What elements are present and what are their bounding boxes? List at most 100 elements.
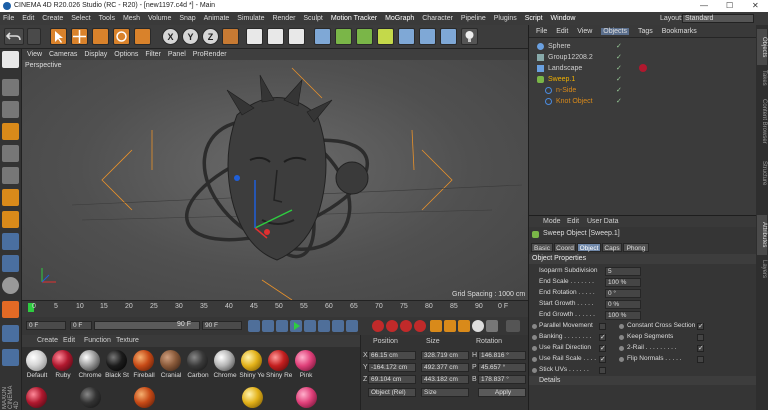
- menu-pipeline[interactable]: Pipeline: [461, 15, 486, 22]
- menu-render[interactable]: Render: [272, 15, 295, 22]
- menu-create[interactable]: Create: [42, 15, 63, 22]
- menu-simulate[interactable]: Simulate: [237, 15, 264, 22]
- material-menu-function[interactable]: Function: [84, 335, 111, 347]
- material-menu-edit[interactable]: Edit: [63, 335, 75, 347]
- material-swatch[interactable]: Default: [24, 350, 50, 379]
- render-settings-icon[interactable]: [288, 28, 305, 45]
- material-swatch[interactable]: Shiny Re: [266, 350, 292, 379]
- use-rail-scale-checkbox[interactable]: ✓: [599, 356, 606, 363]
- use-rail-direction-checkbox[interactable]: ✓: [599, 345, 606, 352]
- position-y-field[interactable]: -164.172 cm: [368, 363, 416, 372]
- recent-tool-icon[interactable]: [134, 28, 151, 45]
- object-row-landscape[interactable]: Landscape ✓: [529, 63, 757, 74]
- grid-icon[interactable]: [2, 349, 19, 366]
- material-swatch[interactable]: Cranial: [158, 350, 184, 379]
- menu-select[interactable]: Select: [71, 15, 90, 22]
- move-tool-icon[interactable]: [71, 28, 88, 45]
- viewport-menu-prorender[interactable]: ProRender: [193, 51, 227, 58]
- uv-mode-icon[interactable]: [2, 211, 19, 228]
- end-rotation-field[interactable]: 0 °: [605, 289, 641, 298]
- workplane-lock-icon[interactable]: [2, 325, 19, 342]
- rotation-b-field[interactable]: 178.837 °: [478, 375, 526, 384]
- position-x-field[interactable]: 66.15 cm: [368, 351, 416, 360]
- tab-caps[interactable]: Caps: [602, 243, 622, 252]
- objmgr-menu-tags[interactable]: Tags: [638, 28, 653, 35]
- viewport-menu-panel[interactable]: Panel: [168, 51, 186, 58]
- keyframe-selection-icon[interactable]: [400, 320, 412, 332]
- make-editable-icon[interactable]: [2, 51, 19, 68]
- material-ball[interactable]: [80, 387, 101, 408]
- material-swatch[interactable]: Black St: [104, 350, 130, 379]
- rotate-key-icon[interactable]: [458, 320, 470, 332]
- object-row-group[interactable]: Group12208.2 ✓: [529, 52, 757, 63]
- size-mode-select[interactable]: Size: [421, 388, 469, 397]
- deformer-icon[interactable]: [398, 28, 415, 45]
- menu-mograph[interactable]: MoGraph: [385, 15, 414, 22]
- menu-file[interactable]: File: [3, 15, 14, 22]
- floor-icon[interactable]: [419, 28, 436, 45]
- objmgr-menu-edit[interactable]: Edit: [556, 28, 568, 35]
- position-z-field[interactable]: 69.104 cm: [368, 375, 416, 384]
- menu-motion-tracker[interactable]: Motion Tracker: [331, 15, 377, 22]
- autokey-icon[interactable]: [386, 320, 398, 332]
- object-row-knot[interactable]: Knot Object ✓: [529, 96, 757, 107]
- object-row-sphere[interactable]: Sphere ✓: [529, 41, 757, 52]
- objmgr-menu-objects[interactable]: Objects: [601, 28, 629, 35]
- visibility-check-icon[interactable]: ✓: [616, 52, 622, 63]
- prev-key-icon[interactable]: [262, 320, 274, 332]
- move-key-icon[interactable]: [430, 320, 442, 332]
- z-axis-button[interactable]: Z: [202, 28, 219, 45]
- viewport-menu-options[interactable]: Options: [114, 51, 138, 58]
- parallel-movement-checkbox[interactable]: [599, 323, 606, 330]
- start-frame-field[interactable]: 0 F: [70, 321, 92, 330]
- viewport-menu-filter[interactable]: Filter: [145, 51, 161, 58]
- viewport-menu-cameras[interactable]: Cameras: [49, 51, 77, 58]
- material-menu-texture[interactable]: Texture: [116, 335, 139, 347]
- tab-object[interactable]: Object: [577, 243, 601, 252]
- side-tab-structure[interactable]: Structure: [757, 153, 767, 193]
- menu-volume[interactable]: Volume: [148, 15, 171, 22]
- size-y-field[interactable]: 492.377 cm: [421, 363, 469, 372]
- subdivision-surface-icon[interactable]: [356, 28, 373, 45]
- menu-sculpt[interactable]: Sculpt: [303, 15, 322, 22]
- cloner-icon[interactable]: [377, 28, 394, 45]
- undo-icon[interactable]: [4, 28, 24, 45]
- render-to-picture-viewer-icon[interactable]: [267, 28, 284, 45]
- material-tag-icon[interactable]: [639, 64, 647, 72]
- redo-icon[interactable]: [27, 28, 41, 45]
- record-icon[interactable]: [372, 320, 384, 332]
- start-growth-field[interactable]: 0 %: [605, 300, 641, 309]
- size-z-field[interactable]: 443.182 cm: [421, 375, 469, 384]
- rotation-p-field[interactable]: 45.657 °: [478, 363, 526, 372]
- goto-start-icon[interactable]: [248, 320, 260, 332]
- objmgr-menu-bookmarks[interactable]: Bookmarks: [662, 28, 697, 35]
- layout-select[interactable]: Standard: [682, 14, 754, 23]
- y-axis-button[interactable]: Y: [182, 28, 199, 45]
- polygons-mode-icon[interactable]: [2, 189, 19, 206]
- side-tab-attributes[interactable]: Attributes: [757, 215, 767, 255]
- visibility-check-icon[interactable]: ✓: [616, 41, 622, 52]
- axis-mode-icon[interactable]: [2, 233, 19, 250]
- tab-phong[interactable]: Phong: [623, 243, 649, 252]
- size-x-field[interactable]: 328.719 cm: [421, 351, 469, 360]
- objmgr-menu-view[interactable]: View: [577, 28, 592, 35]
- workplane-mode-icon[interactable]: [2, 123, 19, 140]
- material-swatch[interactable]: Chrome: [77, 350, 103, 379]
- visibility-check-icon[interactable]: ✓: [616, 85, 622, 96]
- material-ball[interactable]: [26, 387, 47, 408]
- camera-icon[interactable]: [440, 28, 457, 45]
- light-icon[interactable]: [461, 28, 478, 45]
- material-menu-create[interactable]: Create: [37, 335, 58, 347]
- side-tab-content-browser[interactable]: Content Browser: [757, 91, 767, 151]
- magnet-icon[interactable]: [2, 301, 19, 318]
- timeline-menu-icon[interactable]: [506, 320, 520, 332]
- current-frame-field[interactable]: 0 F: [26, 321, 66, 330]
- banking-checkbox[interactable]: ✓: [599, 334, 606, 341]
- cube-primitive-icon[interactable]: [314, 28, 331, 45]
- edges-mode-icon[interactable]: [2, 167, 19, 184]
- object-row-sweep[interactable]: Sweep.1 ✓: [529, 74, 757, 85]
- x-axis-button[interactable]: X: [162, 28, 179, 45]
- menu-window[interactable]: Window: [551, 15, 576, 22]
- rotation-h-field[interactable]: 146.816 °: [478, 351, 526, 360]
- model-mode-icon[interactable]: [2, 79, 19, 96]
